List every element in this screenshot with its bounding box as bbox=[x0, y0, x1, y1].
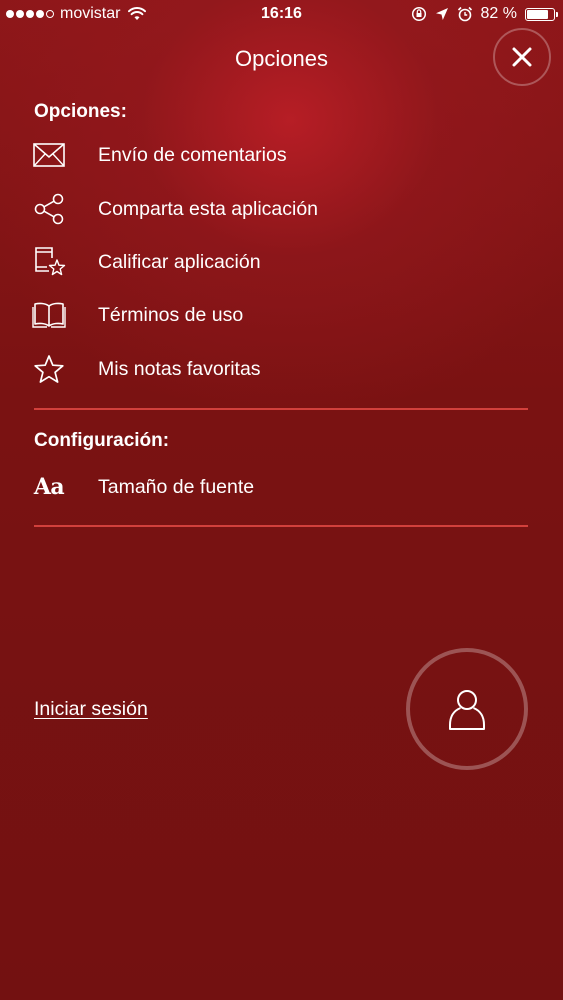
rate-app-icon bbox=[30, 243, 68, 281]
close-icon bbox=[512, 47, 532, 67]
divider bbox=[34, 525, 528, 527]
alarm-icon bbox=[457, 6, 472, 22]
orientation-lock-icon bbox=[411, 6, 426, 22]
menu-item-rate-app[interactable]: Calificar aplicación bbox=[30, 241, 530, 283]
book-icon bbox=[30, 296, 68, 334]
battery-percentage: 82 % bbox=[480, 5, 517, 22]
divider bbox=[34, 408, 528, 410]
battery-icon bbox=[525, 7, 558, 21]
login-link[interactable]: Iniciar sesión bbox=[34, 698, 148, 721]
settings-heading: Configuración: bbox=[34, 430, 170, 451]
menu-item-feedback[interactable]: Envío de comentarios bbox=[30, 134, 530, 176]
menu-item-label: Comparta esta aplicación bbox=[98, 197, 319, 220]
options-screen: movistar 16:16 82 % Opciones Opciones: E… bbox=[0, 0, 563, 1000]
menu-item-terms[interactable]: Términos de uso bbox=[30, 294, 530, 336]
options-heading: Opciones: bbox=[34, 101, 127, 122]
mail-icon bbox=[30, 136, 68, 174]
menu-item-font-size[interactable]: Aa Tamaño de fuente bbox=[30, 466, 530, 508]
star-icon bbox=[30, 350, 68, 388]
user-account-button[interactable] bbox=[406, 648, 528, 770]
close-button[interactable] bbox=[493, 28, 551, 86]
status-bar: movistar 16:16 82 % bbox=[0, 0, 563, 30]
menu-item-label: Términos de uso bbox=[98, 303, 244, 326]
menu-item-share[interactable]: Comparta esta aplicación bbox=[30, 188, 530, 230]
menu-item-label: Calificar aplicación bbox=[98, 250, 261, 273]
page-title: Opciones bbox=[235, 46, 328, 71]
user-icon bbox=[449, 690, 485, 730]
location-icon bbox=[435, 8, 448, 20]
menu-item-label: Tamaño de fuente bbox=[98, 475, 255, 498]
font-size-glyph: Aa bbox=[33, 474, 65, 500]
status-right: 82 % bbox=[411, 5, 558, 23]
menu-item-label: Mis notas favoritas bbox=[98, 357, 261, 380]
font-size-icon: Aa bbox=[30, 468, 68, 506]
menu-item-favorites[interactable]: Mis notas favoritas bbox=[30, 348, 530, 390]
battery-level bbox=[527, 9, 548, 19]
share-icon bbox=[30, 190, 68, 228]
menu-item-label: Envío de comentarios bbox=[98, 143, 287, 166]
